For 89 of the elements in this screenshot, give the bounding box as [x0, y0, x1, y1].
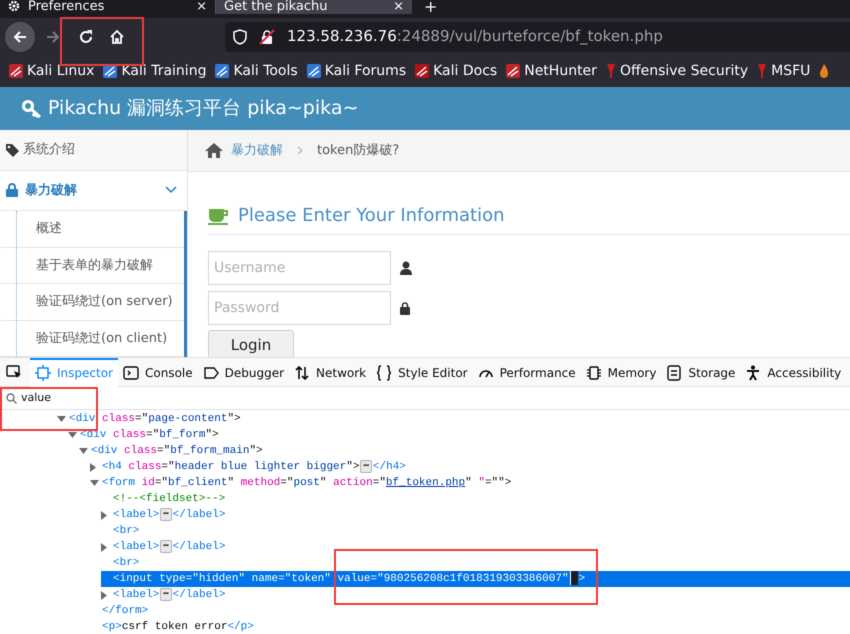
sidebar-item[interactable]: 系统介绍 [0, 130, 187, 170]
flame-icon [819, 63, 830, 79]
chip-icon [586, 365, 602, 381]
key-icon [22, 100, 42, 118]
torch-icon [606, 63, 616, 79]
home-icon[interactable] [109, 28, 125, 44]
form-heading: Please Enter Your Information [238, 204, 505, 228]
expanded-triangle-icon[interactable] [90, 480, 99, 486]
markup-line[interactable]: <h4 class="header blue lighter bigger"> ⋯ </h4> [102, 459, 406, 475]
bookmark-link[interactable]: Kali Docs [433, 60, 498, 82]
sidebar-subitem[interactable]: 基于表单的暴力破解 [0, 248, 184, 284]
debugger-icon [202, 365, 219, 381]
collapsed-triangle-icon[interactable] [101, 590, 107, 600]
devtools-tab[interactable]: Inspector [30, 358, 118, 386]
markup-line[interactable]: <br> [113, 555, 140, 571]
username-field[interactable]: Username [208, 251, 391, 285]
gear-icon [8, 0, 20, 12]
reload-icon[interactable] [78, 28, 94, 44]
browser-tab[interactable]: Preferences × [0, 0, 215, 14]
sidebar-item[interactable]: 暴力破解 [0, 170, 187, 211]
devtools-tab[interactable]: Network [289, 358, 372, 386]
devtools-tab[interactable]: Performance [472, 358, 581, 386]
browser-tab[interactable]: Get the pikachu × [216, 0, 412, 14]
bookmark-link[interactable]: Kali Linux [27, 60, 94, 82]
site-title: Pikachu 漏洞练习平台 pika~pika~ [48, 96, 358, 122]
inspector-icon [35, 365, 51, 381]
markup-line[interactable]: <input type="hidden" name="token" value="980256208c1f018319303386007" > [113, 571, 586, 587]
collapsed-triangle-icon[interactable] [101, 542, 107, 552]
markup-line[interactable]: <!--<fieldset>--> [113, 491, 226, 507]
tab-title: Preferences [28, 0, 106, 14]
forward-arrow-icon[interactable] [45, 28, 61, 44]
markup-line[interactable]: <div class="bf_form_main"> [91, 443, 263, 459]
lock-icon [400, 302, 410, 314]
element-picker-icon[interactable] [6, 364, 22, 380]
home-icon [205, 143, 223, 158]
sidebar-subitem[interactable]: 验证码绕过(on server) [0, 284, 184, 320]
tab-title: Get the pikachu [224, 0, 329, 14]
devtools-tab[interactable]: Style Editor [371, 358, 473, 386]
collapsed-triangle-icon[interactable] [101, 510, 107, 520]
password-field[interactable]: Password [208, 291, 391, 325]
expanded-triangle-icon[interactable] [68, 432, 77, 438]
markup-line[interactable]: <div class="page-content"> [69, 411, 241, 427]
collapsed-triangle-icon[interactable] [90, 462, 96, 472]
search-field[interactable]: value [0, 387, 300, 409]
user-icon [400, 261, 412, 275]
devtools-tab[interactable]: Accessibility [740, 358, 846, 386]
new-tab-button[interactable]: + [412, 0, 450, 14]
back-button[interactable] [5, 22, 35, 52]
storage-icon [666, 365, 682, 381]
markup-line[interactable]: <p>csrf token error</p> [102, 619, 254, 634]
markup-line[interactable]: <label> ⋯ </label> [113, 539, 226, 555]
url-text: 123.58.236.76:24889/vul/burteforce/bf_token.php [287, 26, 663, 48]
braces-icon [376, 365, 392, 381]
chevron-down-icon [165, 186, 177, 194]
expanded-triangle-icon[interactable] [57, 416, 66, 422]
markup-line[interactable]: </form> [102, 603, 148, 619]
bookmark-link[interactable]: MSFU [771, 60, 810, 82]
torch-icon [757, 63, 768, 79]
close-icon[interactable]: × [393, 0, 404, 14]
devtools-tab[interactable]: Memory [580, 358, 662, 386]
devtools-tab[interactable]: Storage [661, 358, 740, 386]
bookmark-link[interactable]: NetHunter [524, 60, 597, 82]
close-icon[interactable]: × [196, 0, 207, 14]
chevron-right-icon [297, 146, 303, 155]
console-icon [122, 365, 139, 381]
sidebar-subitem[interactable]: 概述 [0, 211, 184, 248]
accessibility-icon [745, 365, 762, 381]
back-arrow-icon [12, 28, 28, 44]
markup-line[interactable]: <label> ⋯ </label> [113, 587, 226, 603]
markup-line[interactable]: <form id="bf_client" method="post" action="bf_token.php" "=""> [102, 475, 512, 491]
breadcrumb-current: token防爆破? [317, 142, 400, 160]
search-icon [6, 392, 17, 404]
bookmark-link[interactable]: Offensive Security [620, 60, 748, 82]
markup-line[interactable]: <br> [113, 523, 140, 539]
expanded-triangle-icon[interactable] [79, 448, 88, 454]
cup-icon [208, 206, 230, 224]
lock-icon [5, 183, 19, 198]
login-button[interactable]: Login [208, 330, 294, 357]
network-arrows-icon [294, 365, 310, 381]
devtools-tab[interactable]: Console [118, 358, 198, 386]
text-cursor [570, 571, 578, 586]
shield-icon [233, 28, 247, 44]
devtools-tab[interactable]: Debugger [198, 358, 290, 386]
tag-icon [5, 142, 21, 157]
markup-line[interactable]: <label> ⋯ </label> [113, 507, 226, 523]
bookmark-link[interactable]: Kali Forums [324, 60, 406, 82]
crossed-lock-icon [259, 28, 275, 44]
bookmark-link[interactable]: Kali Tools [233, 60, 298, 82]
address-bar[interactable]: 123.58.236.76:24889/vul/burteforce/bf_token.php [225, 22, 850, 52]
